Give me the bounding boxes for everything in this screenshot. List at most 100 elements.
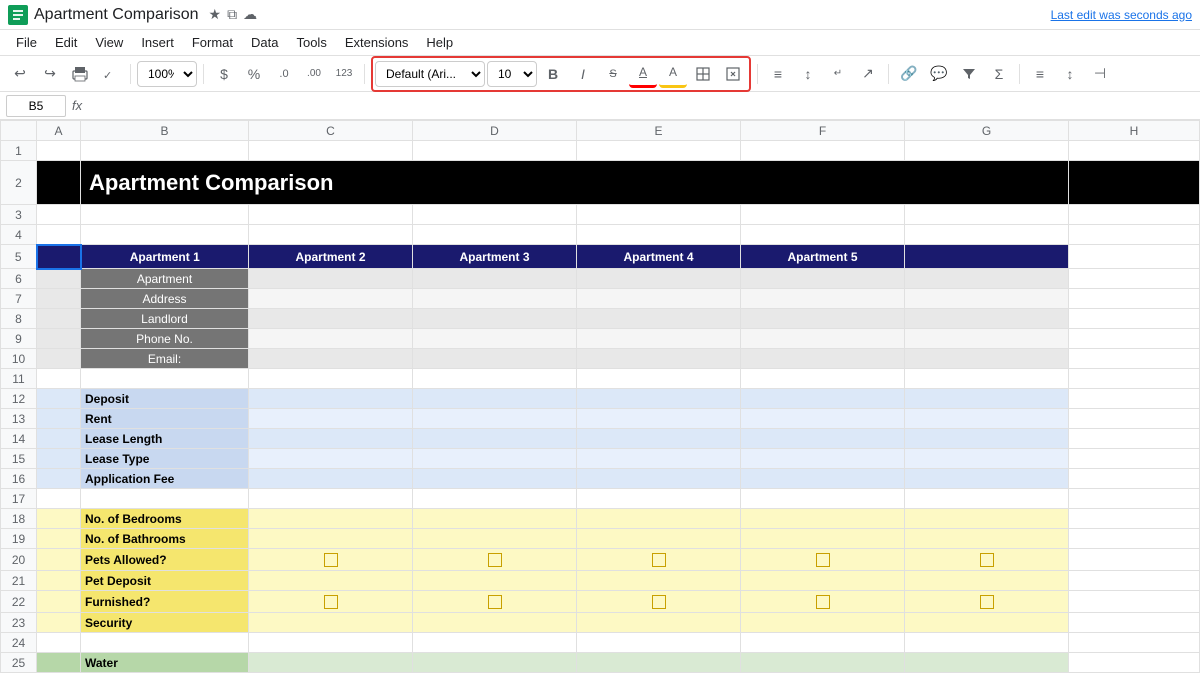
- cell-h5[interactable]: [1069, 245, 1200, 269]
- cell-d23[interactable]: [413, 613, 577, 633]
- cell-b4[interactable]: [81, 225, 249, 245]
- cell-e14[interactable]: [577, 429, 741, 449]
- cell-d13[interactable]: [413, 409, 577, 429]
- cell-c10[interactable]: [249, 349, 413, 369]
- cell-e24[interactable]: [577, 633, 741, 653]
- bold-button[interactable]: B: [539, 60, 567, 88]
- text-color-button[interactable]: A: [629, 60, 657, 88]
- cell-c24[interactable]: [249, 633, 413, 653]
- cell-g5[interactable]: [905, 245, 1069, 269]
- cell-d5-header[interactable]: Apartment 3: [413, 245, 577, 269]
- cell-b22[interactable]: Furnished?: [81, 591, 249, 613]
- cell-d22[interactable]: [413, 591, 577, 613]
- cell-f11[interactable]: [741, 369, 905, 389]
- cell-a12[interactable]: [37, 389, 81, 409]
- cell-e8[interactable]: [577, 309, 741, 329]
- cell-d9[interactable]: [413, 329, 577, 349]
- cell-h8[interactable]: [1069, 309, 1200, 329]
- cell-a24[interactable]: [37, 633, 81, 653]
- cell-e20[interactable]: [577, 549, 741, 571]
- cell-h14[interactable]: [1069, 429, 1200, 449]
- cell-e5-header[interactable]: Apartment 4: [577, 245, 741, 269]
- font-size-select[interactable]: 10: [487, 61, 537, 87]
- cell-d24[interactable]: [413, 633, 577, 653]
- cell-e15[interactable]: [577, 449, 741, 469]
- cell-b1[interactable]: [81, 141, 249, 161]
- checkbox-g22[interactable]: [980, 595, 994, 609]
- menu-format[interactable]: Format: [184, 33, 241, 52]
- cell-h2[interactable]: [1069, 161, 1200, 205]
- cloud-icon[interactable]: ☁: [243, 6, 257, 23]
- cell-g15[interactable]: [905, 449, 1069, 469]
- percent-button[interactable]: %: [240, 60, 268, 88]
- cell-h20[interactable]: [1069, 549, 1200, 571]
- formula-input[interactable]: [88, 95, 1194, 117]
- cell-g13[interactable]: [905, 409, 1069, 429]
- cell-f6[interactable]: [741, 269, 905, 289]
- comment-button[interactable]: 💬: [925, 60, 953, 88]
- merge-button[interactable]: [719, 60, 747, 88]
- cell-g18[interactable]: [905, 509, 1069, 529]
- cell-g25[interactable]: [905, 653, 1069, 673]
- decimal-button[interactable]: .0: [270, 60, 298, 88]
- menu-tools[interactable]: Tools: [288, 33, 334, 52]
- cell-h24[interactable]: [1069, 633, 1200, 653]
- cell-h22[interactable]: [1069, 591, 1200, 613]
- cell-f9[interactable]: [741, 329, 905, 349]
- cell-d20[interactable]: [413, 549, 577, 571]
- cell-c15[interactable]: [249, 449, 413, 469]
- cell-h25[interactable]: [1069, 653, 1200, 673]
- cell-d11[interactable]: [413, 369, 577, 389]
- cell-g7[interactable]: [905, 289, 1069, 309]
- cell-e13[interactable]: [577, 409, 741, 429]
- cell-h16[interactable]: [1069, 469, 1200, 489]
- cell-h10[interactable]: [1069, 349, 1200, 369]
- cell-f10[interactable]: [741, 349, 905, 369]
- cell-f1[interactable]: [741, 141, 905, 161]
- rotate-button[interactable]: ↗: [854, 60, 882, 88]
- cell-g23[interactable]: [905, 613, 1069, 633]
- cell-f3[interactable]: [741, 205, 905, 225]
- cell-e11[interactable]: [577, 369, 741, 389]
- checkbox-c20[interactable]: [324, 553, 338, 567]
- cell-b5-header[interactable]: Apartment 1: [81, 245, 249, 269]
- cell-f18[interactable]: [741, 509, 905, 529]
- cell-b21[interactable]: Pet Deposit: [81, 571, 249, 591]
- cell-c8[interactable]: [249, 309, 413, 329]
- cell-a15[interactable]: [37, 449, 81, 469]
- fill-color-button[interactable]: A: [659, 60, 687, 88]
- cell-e3[interactable]: [577, 205, 741, 225]
- cell-b9[interactable]: Phone No.: [81, 329, 249, 349]
- cell-d7[interactable]: [413, 289, 577, 309]
- cell-e23[interactable]: [577, 613, 741, 633]
- cell-h12[interactable]: [1069, 389, 1200, 409]
- filter-button[interactable]: [955, 60, 983, 88]
- format-button[interactable]: 123: [330, 60, 358, 88]
- function-button[interactable]: Σ: [985, 60, 1013, 88]
- cell-g8[interactable]: [905, 309, 1069, 329]
- col-header-a[interactable]: A: [37, 121, 81, 141]
- cell-d25[interactable]: [413, 653, 577, 673]
- cell-a21[interactable]: [37, 571, 81, 591]
- cell-c5-header[interactable]: Apartment 2: [249, 245, 413, 269]
- cell-h19[interactable]: [1069, 529, 1200, 549]
- strikethrough-button[interactable]: S: [599, 60, 627, 88]
- menu-view[interactable]: View: [87, 33, 131, 52]
- cell-d10[interactable]: [413, 349, 577, 369]
- cell-a2[interactable]: [37, 161, 81, 205]
- cell-h21[interactable]: [1069, 571, 1200, 591]
- checkbox-e20[interactable]: [652, 553, 666, 567]
- cell-e21[interactable]: [577, 571, 741, 591]
- cell-c21[interactable]: [249, 571, 413, 591]
- checkbox-d20[interactable]: [488, 553, 502, 567]
- cell-a13[interactable]: [37, 409, 81, 429]
- wrap-button[interactable]: ↵: [824, 60, 852, 88]
- cell-e17[interactable]: [577, 489, 741, 509]
- cell-g4[interactable]: [905, 225, 1069, 245]
- cell-b13[interactable]: Rent: [81, 409, 249, 429]
- cell-b11[interactable]: [81, 369, 249, 389]
- menu-edit[interactable]: Edit: [47, 33, 85, 52]
- folder-icon[interactable]: ⧉: [227, 6, 237, 23]
- col-header-c[interactable]: C: [249, 121, 413, 141]
- cell-c11[interactable]: [249, 369, 413, 389]
